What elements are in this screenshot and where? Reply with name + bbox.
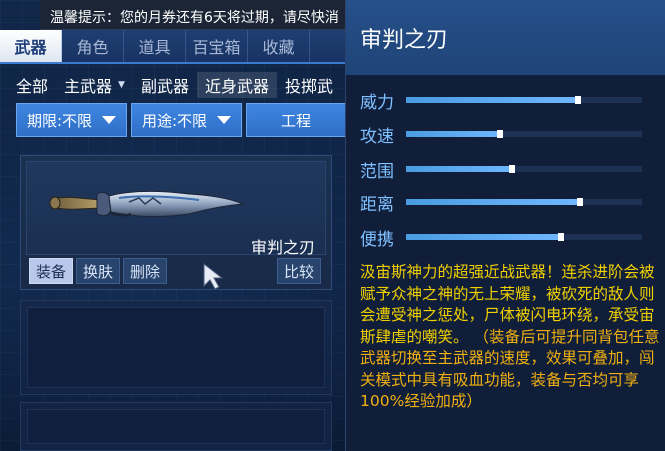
stat-label: 便携	[360, 229, 394, 250]
stat-bar-fill	[406, 233, 565, 241]
tab-favorites[interactable]: 收藏	[248, 30, 310, 62]
subtab-all[interactable]: 全部	[8, 72, 56, 98]
stat-range: 范围	[360, 157, 660, 182]
empty-weapon-slot[interactable]	[20, 300, 332, 395]
detail-title: 审判之刃	[360, 28, 449, 53]
item-name: 审判之刃	[250, 238, 315, 257]
dropdown-arrow-icon	[102, 116, 116, 124]
empty-weapon-slot[interactable]	[20, 402, 332, 451]
subtab-secondary-weapon[interactable]: 副武器	[133, 72, 197, 98]
detail-header: 审判之刃	[346, 0, 665, 75]
stat-bar	[406, 96, 642, 104]
stat-portability: 便携	[360, 225, 660, 250]
weapon-preview: 审判之刃	[26, 161, 326, 257]
compare-button[interactable]: 比较	[276, 258, 321, 284]
tab-items[interactable]: 道具	[124, 30, 186, 62]
mouse-pointer-icon	[203, 262, 224, 290]
item-actions: 装备 换肤 删除	[29, 258, 168, 284]
stat-bar	[406, 233, 642, 241]
stat-bar-fill	[406, 198, 583, 206]
stat-bar-fill	[406, 130, 503, 138]
stat-attack-speed: 攻速	[360, 122, 660, 147]
subtab-primary-weapon[interactable]: 主武器 ▼	[56, 72, 133, 98]
subtab-melee-weapon[interactable]: 近身武器	[196, 72, 277, 98]
weapon-description: 汲宙斯神力的超强近战武器！连杀进阶会被赋予众神之神的无上荣耀，被砍死的敌人则会遭…	[360, 262, 660, 413]
stat-label: 距离	[360, 194, 394, 215]
caret-down-icon: ▼	[118, 80, 125, 90]
dropdown-arrow-icon	[217, 116, 231, 124]
stat-label: 威力	[360, 92, 394, 113]
expiry-notice: 温馨提示：您的月券还有6天将过期，请尽快消	[40, 0, 360, 30]
delete-button[interactable]: 删除	[123, 258, 168, 284]
filter-bar: 期限:不限 用途:不限 工程	[16, 103, 346, 137]
subtab-throwing-weapon[interactable]: 投掷武	[277, 72, 341, 98]
blade-weapon-image	[49, 190, 244, 218]
stat-power: 威力	[360, 88, 660, 113]
stat-distance: 距离	[360, 190, 660, 215]
engineering-filter-button[interactable]: 工程	[246, 103, 346, 137]
stat-bar-fill	[406, 165, 515, 173]
weapon-subcategory-tabs: 全部 主武器 ▼ 副武器 近身武器 投掷武	[8, 72, 345, 98]
stat-bar	[406, 130, 642, 138]
stat-bar	[406, 198, 642, 206]
tab-weapons[interactable]: 武器	[0, 30, 62, 62]
category-tabs: 武器 角色 道具 百宝箱 收藏	[0, 30, 345, 64]
stat-bar-fill	[406, 96, 581, 104]
tab-treasure-box[interactable]: 百宝箱	[186, 30, 248, 62]
weapon-card[interactable]: 审判之刃 装备 换肤 删除 比较	[20, 155, 332, 290]
stat-label: 攻速	[360, 126, 394, 147]
stat-bar	[406, 165, 642, 173]
period-filter-dropdown[interactable]: 期限:不限	[16, 103, 127, 137]
tab-characters[interactable]: 角色	[62, 30, 124, 62]
equip-button[interactable]: 装备	[29, 258, 74, 284]
usage-filter-dropdown[interactable]: 用途:不限	[131, 103, 242, 137]
weapon-detail-panel: 审判之刃 威力 攻速 范围 距离 便携 汲宙斯神力的超强近战武器！连杀进阶会被赋…	[345, 0, 665, 451]
stat-label: 范围	[360, 161, 394, 182]
change-skin-button[interactable]: 换肤	[76, 258, 121, 284]
